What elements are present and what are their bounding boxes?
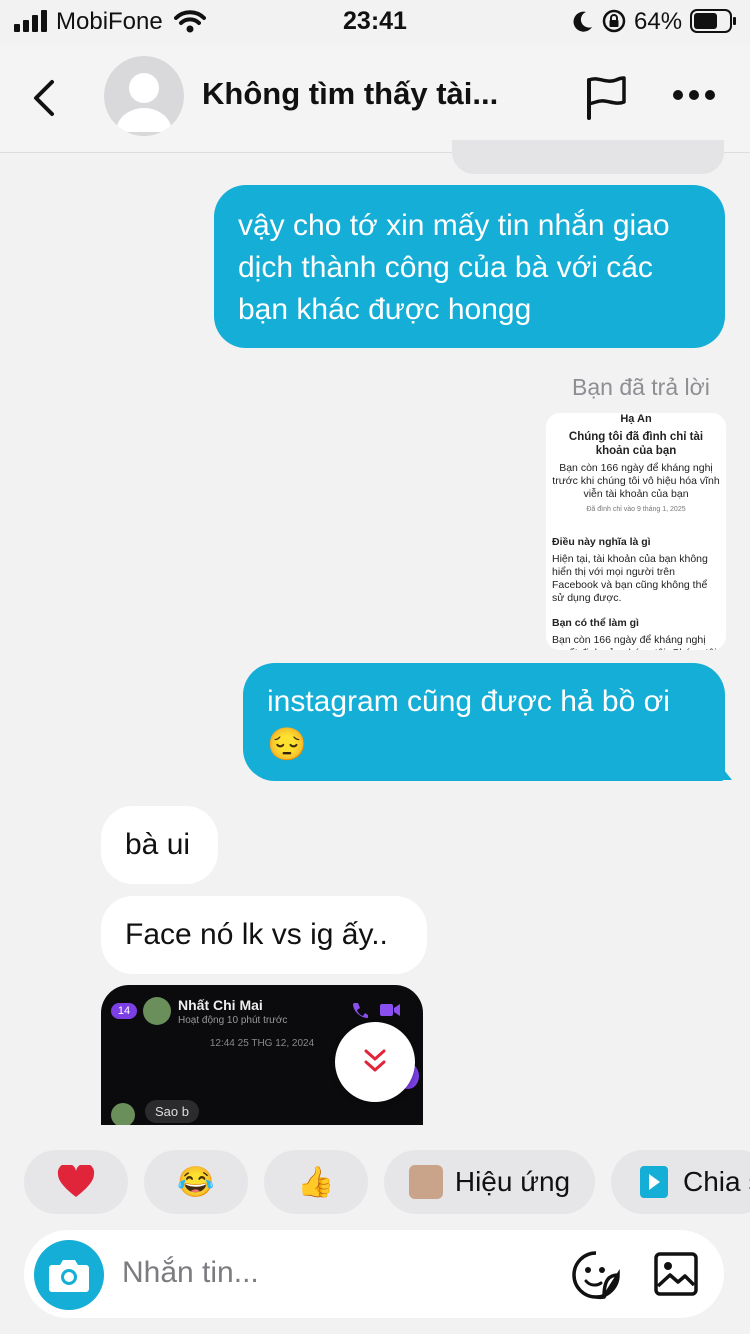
message-line: bạn khác được hongg: [238, 293, 532, 326]
camera-button[interactable]: [34, 1240, 104, 1310]
chat-title[interactable]: Không tìm thấy tài...: [202, 76, 498, 112]
thumbs-up-emoji: 👍: [297, 1165, 335, 1199]
gallery-icon[interactable]: [654, 1252, 698, 1296]
card-description: Bạn còn 166 ngày để kháng nghị trước khi…: [552, 462, 720, 500]
scroll-to-bottom-button[interactable]: [335, 1022, 415, 1102]
reaction-laugh[interactable]: 😂: [144, 1150, 248, 1214]
card-name: Hạ An: [620, 413, 652, 425]
share-label: Chia s: [683, 1166, 750, 1197]
message-line: dịch thành công của bà với các: [238, 251, 653, 284]
message-line: instagram cũng được hả bồ ơi: [267, 685, 670, 718]
message-text: bà ui: [125, 828, 191, 861]
card-section-body: Bạn còn 166 ngày để kháng nghị quyết địn…: [552, 634, 717, 650]
flag-icon[interactable]: [584, 74, 628, 122]
reaction-heart[interactable]: [24, 1150, 128, 1214]
unread-badge: 14: [111, 1003, 137, 1019]
battery-percent: 64%: [634, 8, 683, 35]
avatar[interactable]: [104, 56, 184, 136]
rotation-lock-icon: [602, 9, 626, 33]
effect-thumbnail: [408, 1165, 443, 1199]
thumb-avatar: [143, 997, 171, 1025]
share-play-icon: [640, 1166, 668, 1198]
outgoing-message[interactable]: vậy cho tớ xin mấy tin nhắn giao dịch th…: [214, 185, 725, 348]
reaction-thumbs-up[interactable]: 👍: [264, 1150, 368, 1214]
previous-message-bubble: [452, 140, 724, 174]
outgoing-message[interactable]: instagram cũng được hả bồ ơi 😔: [243, 663, 725, 781]
battery-icon: [690, 9, 736, 33]
message-line: vậy cho tớ xin mấy tin nhắn giao: [238, 209, 670, 242]
thumb-message: Sao b: [145, 1100, 199, 1123]
incoming-message[interactable]: Face nó lk vs ig ấy..: [101, 896, 427, 974]
message-input[interactable]: Nhắn tin...: [122, 1256, 259, 1290]
effects-button[interactable]: Hiệu ứng: [384, 1150, 595, 1214]
camera-icon: [49, 1260, 89, 1292]
message-text: Face nó lk vs ig ấy..: [125, 918, 388, 951]
card-section-title: Bạn có thể làm gì: [552, 617, 639, 629]
more-icon[interactable]: [672, 88, 716, 102]
thumb-small-avatar: [111, 1103, 135, 1125]
chevrons-down-icon: [364, 1049, 386, 1072]
chat-header: Không tìm thấy tài...: [0, 44, 750, 153]
laugh-emoji: 😂: [177, 1165, 215, 1199]
emoji-pensive: 😔: [267, 726, 307, 762]
back-icon[interactable]: [30, 78, 58, 118]
card-section-title: Điều này nghĩa là gì: [552, 536, 651, 548]
heart-icon: [57, 1165, 95, 1197]
effects-label: Hiệu ứng: [454, 1166, 571, 1197]
share-button[interactable]: Chia s: [611, 1150, 750, 1214]
status-bar: MobiFone 23:41 64%: [0, 0, 750, 44]
default-avatar-icon: [116, 73, 172, 132]
replied-screenshot-card[interactable]: Hạ An Chúng tôi đã đình chỉ tài khoản củ…: [546, 413, 726, 650]
message-composer: Nhắn tin...: [24, 1230, 724, 1318]
thumb-activity: Hoạt động 10 phút trước: [178, 1015, 288, 1026]
card-date: Đã đình chỉ vào 9 tháng 1, 2025: [586, 506, 686, 513]
incoming-message[interactable]: bà ui: [101, 806, 218, 884]
phone-icon: [353, 1003, 368, 1018]
card-section-body: Hiện tại, tài khoản của bạn không hiển t…: [552, 553, 708, 604]
bubble-tail-icon: [716, 760, 732, 780]
sticker-icon[interactable]: [571, 1250, 621, 1300]
card-heading: Chúng tôi đã đình chỉ tài khoản của bạn: [568, 431, 704, 457]
thumb-contact-name: Nhất Chi Mai: [178, 997, 263, 1013]
moon-icon: [573, 11, 592, 32]
video-icon: [380, 1004, 400, 1016]
reply-label: Bạn đã trả lời: [572, 374, 710, 400]
